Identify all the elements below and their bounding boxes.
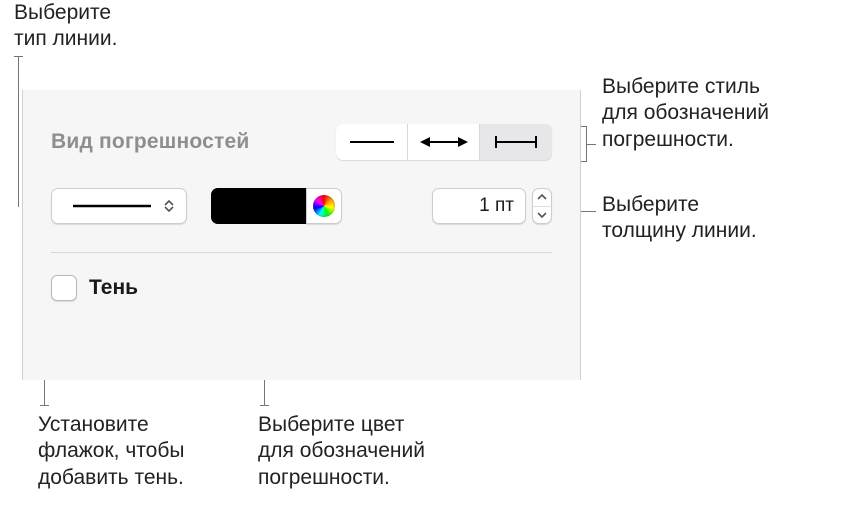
callout-line-type: Выберите тип линии. bbox=[14, 0, 117, 53]
line-width-field[interactable]: 1 пт bbox=[432, 188, 526, 224]
segment-tee-ends[interactable] bbox=[480, 124, 552, 160]
divider bbox=[51, 252, 552, 253]
stepper-down[interactable] bbox=[532, 206, 552, 225]
color-swatch[interactable] bbox=[211, 188, 307, 224]
segment-arrow-ends[interactable] bbox=[408, 124, 480, 160]
color-wheel-icon bbox=[313, 195, 335, 217]
row-error-bar-style: Вид погрешностей bbox=[51, 124, 552, 160]
leader-tick bbox=[260, 405, 269, 406]
color-picker-button[interactable] bbox=[306, 188, 342, 224]
leader-line bbox=[580, 211, 596, 212]
row-shadow: Тень bbox=[51, 275, 552, 301]
stepper-up[interactable] bbox=[532, 188, 552, 206]
line-color-control bbox=[211, 188, 342, 224]
line-width-control: 1 пт bbox=[432, 188, 552, 224]
error-bar-style-segmented bbox=[336, 124, 552, 160]
row-line-settings: 1 пт bbox=[51, 188, 552, 224]
section-title: Вид погрешностей bbox=[51, 130, 320, 154]
callout-error-bar-style: Выберите стиль для обозначений погрешнос… bbox=[602, 74, 769, 153]
leader-line bbox=[18, 56, 19, 207]
line-type-preview bbox=[63, 202, 161, 210]
chevron-updown-icon bbox=[161, 200, 177, 212]
shadow-label: Тень bbox=[89, 276, 138, 300]
callout-line-width: Выберите толщину линии. bbox=[602, 192, 757, 245]
line-type-popup[interactable] bbox=[51, 188, 187, 224]
segment-plain-line[interactable] bbox=[336, 124, 408, 160]
callout-shadow-checkbox: Установите флажок, чтобы добавить тень. bbox=[38, 412, 184, 491]
leader-tick bbox=[40, 405, 49, 406]
error-bars-panel: Вид погрешностей bbox=[22, 90, 581, 380]
leader-tick bbox=[14, 56, 23, 57]
callout-color-picker: Выберите цвет для обозначений погрешност… bbox=[258, 412, 425, 491]
line-width-stepper bbox=[532, 188, 552, 224]
shadow-checkbox[interactable] bbox=[51, 275, 77, 301]
